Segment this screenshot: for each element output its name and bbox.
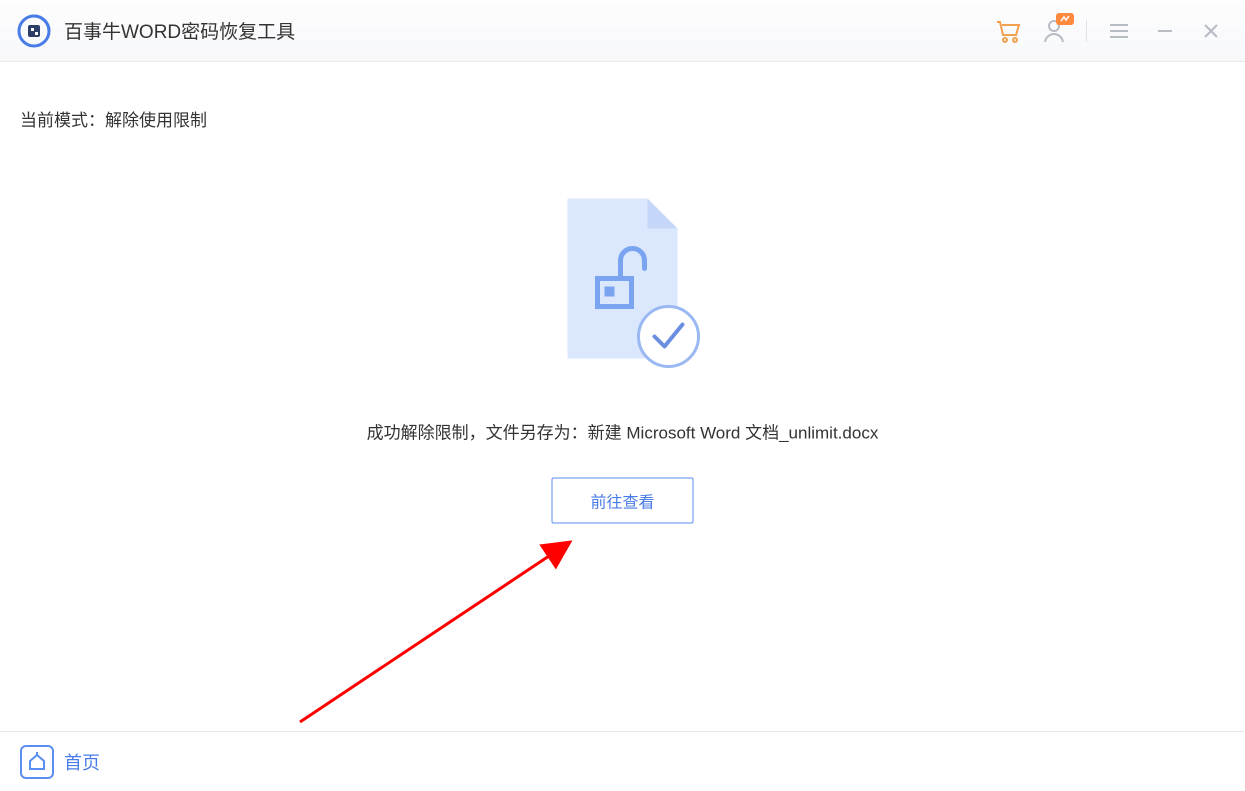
close-icon[interactable]: [1197, 17, 1225, 45]
document-unlocked-icon: [543, 189, 703, 379]
menu-icon[interactable]: [1105, 17, 1133, 45]
app-title: 百事牛WORD密码恢复工具: [64, 17, 994, 44]
user-badge-icon: [1056, 13, 1074, 25]
user-icon[interactable]: [1040, 17, 1068, 45]
titlebar-divider: [1086, 20, 1087, 42]
result-panel: 成功解除限制，文件另存为：新建 Microsoft Word 文档_unlimi…: [0, 189, 1245, 524]
footer: 首页: [0, 731, 1245, 791]
content-area: 当前模式：解除使用限制 成功解除限制，文件另存为：新建 Microsoft Wo…: [0, 62, 1245, 731]
minimize-icon[interactable]: [1151, 17, 1179, 45]
go-view-button[interactable]: 前往查看: [551, 478, 693, 524]
annotation-arrow-icon: [290, 532, 590, 732]
cart-icon[interactable]: [994, 17, 1022, 45]
titlebar: 百事牛WORD密码恢复工具: [0, 0, 1245, 62]
titlebar-actions: [994, 17, 1225, 45]
home-button[interactable]: 首页: [20, 745, 100, 779]
app-logo-icon: [16, 13, 52, 49]
current-mode-label: 当前模式：解除使用限制: [20, 106, 1225, 131]
result-message: 成功解除限制，文件另存为：新建 Microsoft Word 文档_unlimi…: [0, 419, 1245, 444]
home-icon: [20, 745, 54, 779]
home-label: 首页: [64, 749, 100, 775]
